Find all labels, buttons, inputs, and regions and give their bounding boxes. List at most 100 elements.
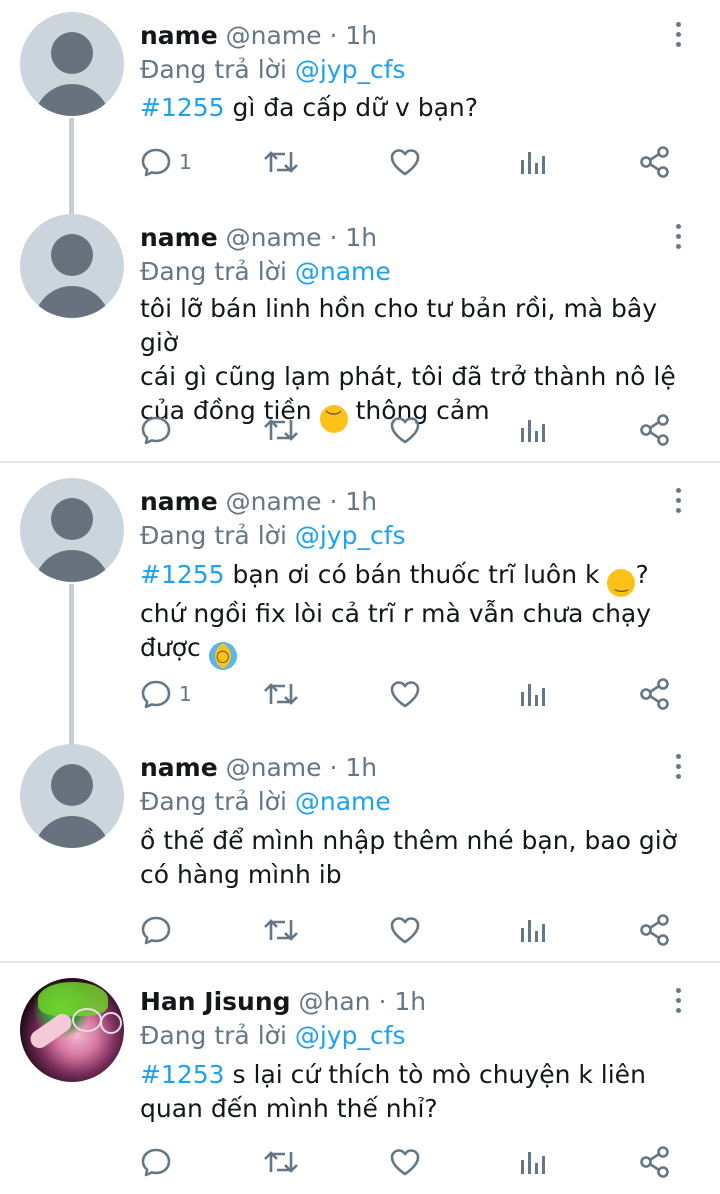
timestamp[interactable]: 1h [345,487,377,516]
timestamp[interactable]: 1h [345,21,377,50]
retweet-button[interactable] [262,410,300,450]
separator-dot: · [329,223,338,252]
reply-icon [139,145,173,179]
share-icon [638,913,672,947]
share-button[interactable] [638,674,672,714]
hashtag-link[interactable]: #1255 [140,560,225,589]
timestamp[interactable]: 1h [345,753,377,782]
more-icon[interactable] [666,488,690,518]
display-name[interactable]: name [140,753,218,782]
tweet[interactable]: name @name · 1h Đang trả lời @name tôi l… [0,204,720,462]
replying-to-label: Đang trả lời [140,521,287,550]
replying-to-label: Đang trả lời [140,257,287,286]
user-handle[interactable]: @name [226,753,322,782]
reply-icon [139,413,173,447]
avatar[interactable] [20,12,124,116]
more-icon[interactable] [666,988,690,1018]
action-bar: 1 [0,674,720,714]
reply-button[interactable] [139,910,173,950]
like-button[interactable] [388,410,422,450]
tweet-text-body: gì đa cấp dữ v bạn? [232,93,479,122]
like-button[interactable] [388,674,422,714]
analytics-button[interactable] [517,1142,547,1182]
share-button[interactable] [638,910,672,950]
user-handle[interactable]: @name [226,223,322,252]
analytics-button[interactable] [517,410,547,450]
separator-dot: · [329,487,338,516]
slightly-smiling-face-icon: ‿ [607,569,636,597]
tweet-text: #1255 bạn ơi có bán thuốc trĩ luôn k ‿? … [140,558,700,670]
hashtag-link[interactable]: #1255 [140,93,225,122]
hashtag-link[interactable]: #1253 [140,1060,225,1089]
avatar[interactable] [20,978,124,1082]
replying-to-label: Đang trả lời [140,787,287,816]
tweet-text-line: quan đến mình thế nhỉ? [140,1094,438,1123]
retweet-button[interactable] [262,674,300,714]
display-name[interactable]: name [140,223,218,252]
avatar[interactable] [20,478,124,582]
action-bar: 1 [0,142,720,182]
share-button[interactable] [638,142,672,182]
analytics-button[interactable] [517,674,547,714]
action-bar [0,910,720,950]
analytics-icon [517,679,547,709]
reply-target-link[interactable]: @jyp_cfs [295,1021,406,1050]
tweet-text: #1253 s lại cứ thích tò mò chuyện k liên… [140,1058,700,1126]
tweet[interactable]: name @name · 1h Đang trả lời @name ồ thế… [0,734,720,960]
tweet-text: #1255 gì đa cấp dữ v bạn? [140,91,700,125]
avatar[interactable] [20,214,124,318]
more-icon[interactable] [666,22,690,52]
tweet-text-line: bạn ơi có bán thuốc trĩ luôn k [232,560,600,589]
reply-icon [139,913,173,947]
user-handle[interactable]: @name [226,21,322,50]
tweet[interactable]: name @name · 1h Đang trả lời @jyp_cfs #1… [0,2,720,202]
analytics-button[interactable] [517,910,547,950]
more-icon[interactable] [666,224,690,254]
like-button[interactable] [388,910,422,950]
tweet-text-line: được [140,633,201,662]
display-name[interactable]: name [140,21,218,50]
display-name[interactable]: Han Jisung [140,987,291,1016]
reply-button[interactable]: 1 [139,142,192,182]
replying-to-label: Đang trả lời [140,1021,287,1050]
replying-to: Đang trả lời @name [140,256,391,289]
timestamp[interactable]: 1h [394,987,426,1016]
reply-button[interactable]: 1 [139,674,192,714]
display-name[interactable]: name [140,487,218,516]
reply-button[interactable] [139,410,173,450]
separator-dot: · [329,753,338,782]
tweet-text-line: cái gì cũng lạm phát, tôi đã trở thành n… [140,362,676,391]
retweet-icon [262,413,300,447]
like-button[interactable] [388,1142,422,1182]
retweet-button[interactable] [262,1142,300,1182]
like-button[interactable] [388,142,422,182]
tweet-header: name @name · 1h [140,20,377,53]
user-handle[interactable]: @name [226,487,322,516]
analytics-button[interactable] [517,142,547,182]
retweet-button[interactable] [262,142,300,182]
reply-button[interactable] [139,1142,173,1182]
reply-target-link[interactable]: @name [295,787,391,816]
action-bar [0,410,720,450]
replying-to: Đang trả lời @name [140,786,391,819]
loudly-crying-face-icon: ○ [208,642,237,670]
share-button[interactable] [638,410,672,450]
tweet-text-line: s lại cứ thích tò mò chuyện k liên [232,1060,646,1089]
tweet[interactable]: Han Jisung @han · 1h Đang trả lời @jyp_c… [0,968,720,1194]
more-icon[interactable] [666,754,690,784]
retweet-button[interactable] [262,910,300,950]
share-button[interactable] [638,1142,672,1182]
timestamp[interactable]: 1h [345,223,377,252]
like-icon [388,677,422,711]
tweet[interactable]: name @name · 1h Đang trả lời @jyp_cfs #1… [0,468,720,730]
reply-target-link[interactable]: @jyp_cfs [295,55,406,84]
like-icon [388,145,422,179]
tweet-text-line: ? [635,560,649,589]
retweet-icon [262,677,300,711]
share-icon [638,145,672,179]
reply-target-link[interactable]: @jyp_cfs [295,521,406,550]
user-handle[interactable]: @han [299,987,371,1016]
replying-to: Đang trả lời @jyp_cfs [140,54,406,87]
avatar[interactable] [20,744,124,848]
reply-target-link[interactable]: @name [295,257,391,286]
